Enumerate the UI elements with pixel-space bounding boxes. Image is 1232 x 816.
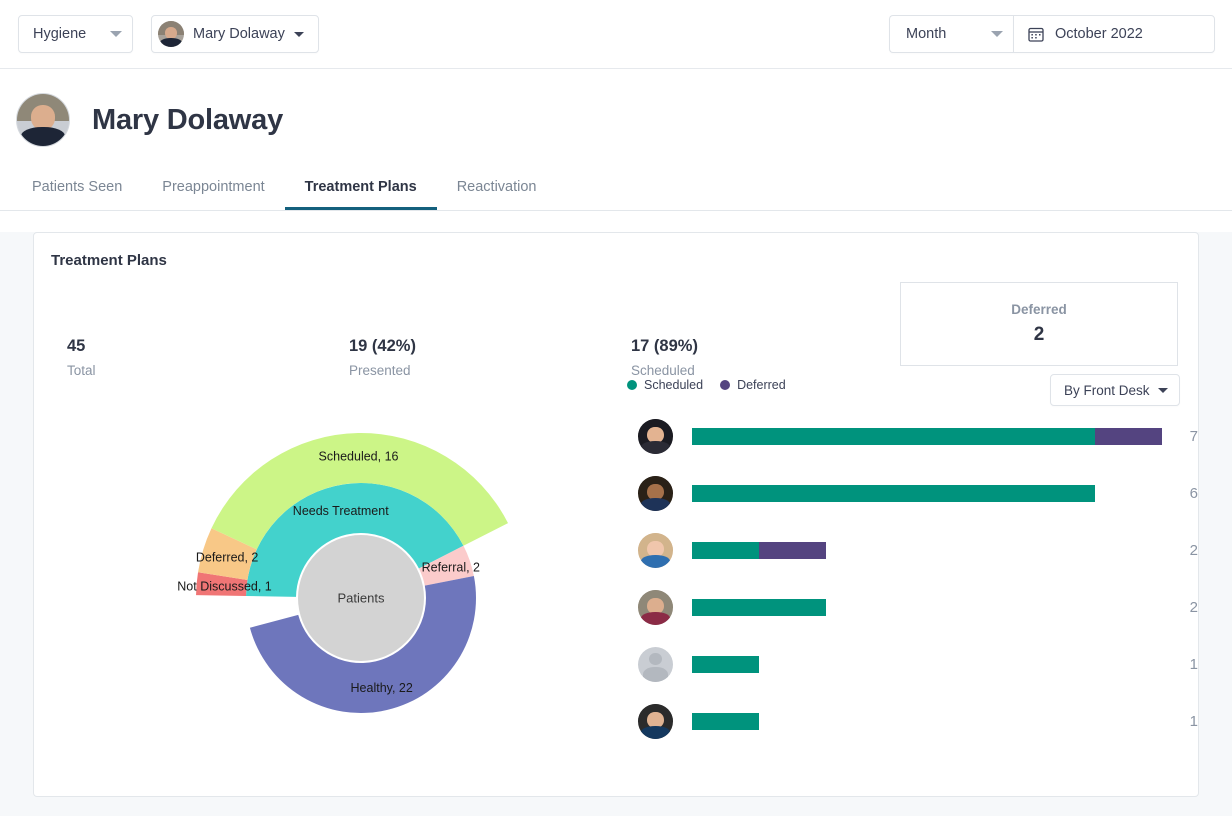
sunburst-slice-label: Needs Treatment <box>293 504 389 518</box>
period-dropdown-label: Month <box>906 26 947 42</box>
chevron-down-icon <box>293 31 304 37</box>
provider-header: Mary Dolaway <box>0 69 1232 147</box>
chevron-down-icon <box>110 31 122 37</box>
bar-segment-scheduled[interactable] <box>692 485 1095 502</box>
bar-total-value: 1 <box>1189 713 1198 730</box>
chart-legend: Scheduled Deferred <box>627 378 786 392</box>
bar-remainder <box>826 599 1160 616</box>
bar-row[interactable]: 2 <box>638 522 1198 579</box>
provider-dropdown[interactable]: Mary Dolaway <box>151 15 319 53</box>
deferred-value: 2 <box>1033 324 1045 345</box>
kpi-presented: 19 (42%) Presented <box>349 337 416 378</box>
period-dropdown[interactable]: Month <box>889 15 1013 53</box>
bar-segment-scheduled[interactable] <box>692 428 1095 445</box>
legend-label-scheduled: Scheduled <box>644 378 704 392</box>
date-picker[interactable]: October 2022 <box>1013 15 1215 53</box>
deferred-label: Deferred <box>1011 302 1067 317</box>
bar-remainder <box>759 656 1160 673</box>
bar-track <box>692 713 1160 730</box>
bar-segment-scheduled[interactable] <box>692 656 760 673</box>
group-by-dropdown[interactable]: By Front Desk <box>1050 374 1180 406</box>
bar-total-value: 2 <box>1189 599 1198 616</box>
provider-dropdown-label: Mary Dolaway <box>193 26 285 42</box>
bar-total-value: 7 <box>1189 428 1198 445</box>
page-title: Mary Dolaway <box>92 103 284 136</box>
bar-total-value: 2 <box>1189 542 1198 559</box>
kpi-scheduled-label: Scheduled <box>631 363 695 378</box>
bar-total-value: 6 <box>1189 485 1198 502</box>
treatment-plans-card: Treatment Plans 45 Total 19 (42%) Presen… <box>33 232 1199 797</box>
hygiene-dropdown[interactable]: Hygiene <box>18 15 133 53</box>
avatar <box>158 21 184 47</box>
kpi-total-value: 45 <box>67 337 86 355</box>
tab-patients-seen[interactable]: Patients Seen <box>16 169 142 210</box>
bar-segment-scheduled[interactable] <box>692 542 760 559</box>
sunburst-slice-label: Deferred, 2 <box>196 551 259 565</box>
legend-item-deferred: Deferred <box>720 378 786 392</box>
bar-track <box>692 599 1160 616</box>
date-range-controls: Month October 2022 <box>889 15 1215 53</box>
tab-treatment-plans[interactable]: Treatment Plans <box>284 169 437 210</box>
bar-row[interactable]: 1 <box>638 636 1198 693</box>
avatar <box>638 704 673 739</box>
date-picker-label: October 2022 <box>1055 26 1143 42</box>
calendar-icon <box>1028 27 1044 42</box>
tab-preappointment[interactable]: Preappointment <box>142 169 284 210</box>
bar-segment-scheduled[interactable] <box>692 713 760 730</box>
avatar <box>638 590 673 625</box>
kpi-presented-value: 19 (42%) <box>349 337 416 355</box>
bar-remainder <box>1095 485 1160 502</box>
sunburst-slice-label: Patients <box>338 591 385 606</box>
card-title: Treatment Plans <box>51 252 167 269</box>
bar-total-value: 1 <box>1189 656 1198 673</box>
group-by-dropdown-label: By Front Desk <box>1064 382 1150 398</box>
bar-row[interactable]: 2 <box>638 579 1198 636</box>
bar-track <box>692 428 1162 445</box>
bar-segment-deferred[interactable] <box>759 542 827 559</box>
avatar <box>638 419 673 454</box>
chevron-down-icon <box>1157 387 1168 393</box>
avatar <box>16 93 70 147</box>
sunburst-slice-label: Not Discussed, 1 <box>177 580 272 594</box>
treatment-plans-sunburst-chart: Needs Treatment Healthy, 22 Referral, 2 Sch… <box>162 385 562 720</box>
kpi-total: 45 Total <box>67 337 96 378</box>
deferred-stat-box: Deferred 2 <box>900 282 1178 366</box>
bar-row[interactable]: 6 <box>638 465 1198 522</box>
sunburst-slice-label: Healthy, 22 <box>351 681 413 695</box>
avatar <box>638 647 673 682</box>
kpi-scheduled-value: 17 (89%) <box>631 337 698 355</box>
kpi-scheduled: 17 (89%) Scheduled <box>631 337 698 378</box>
bar-row[interactable]: 7 <box>638 408 1198 465</box>
tab-reactivation[interactable]: Reactivation <box>437 169 557 210</box>
bar-row[interactable]: 1 <box>638 693 1198 750</box>
bar-track <box>692 485 1160 502</box>
legend-label-deferred: Deferred <box>737 378 786 392</box>
avatar <box>638 476 673 511</box>
bar-track <box>692 542 1160 559</box>
legend-dot-scheduled <box>627 380 637 390</box>
avatar <box>638 533 673 568</box>
bar-remainder <box>826 542 1160 559</box>
tab-bar: Patients Seen Preappointment Treatment P… <box>0 169 1232 211</box>
legend-dot-deferred <box>720 380 731 390</box>
sunburst-slice-label: Referral, 2 <box>422 561 480 575</box>
top-filter-bar: Hygiene Mary Dolaway Month October 2022 <box>0 0 1232 69</box>
bar-track <box>692 656 1160 673</box>
bar-remainder <box>759 713 1160 730</box>
front-desk-bar-chart: 7 6 2 2 1 1 <box>638 408 1198 750</box>
bar-segment-scheduled[interactable] <box>692 599 827 616</box>
bar-segment-deferred[interactable] <box>1094 428 1162 445</box>
hygiene-dropdown-label: Hygiene <box>33 26 87 42</box>
kpi-presented-label: Presented <box>349 363 411 378</box>
chevron-down-icon <box>991 31 1003 37</box>
kpi-total-label: Total <box>67 363 96 378</box>
legend-item-scheduled: Scheduled <box>627 378 703 392</box>
page-body: Treatment Plans 45 Total 19 (42%) Presen… <box>0 232 1232 816</box>
provider-header-section: Mary Dolaway Patients Seen Preappointmen… <box>0 69 1232 211</box>
sunburst-slice-label: Scheduled, 16 <box>319 450 399 464</box>
